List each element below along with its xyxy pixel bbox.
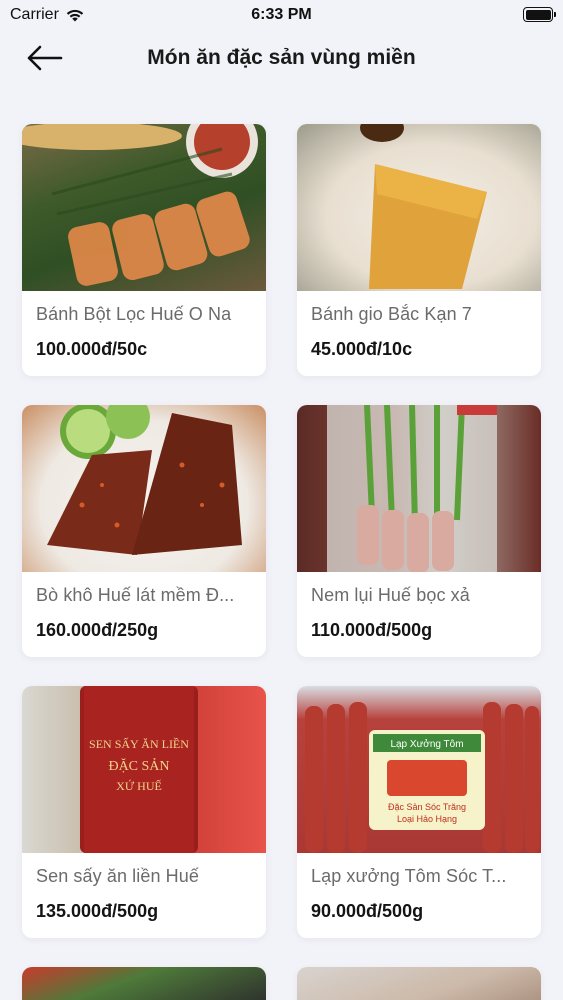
product-card[interactable]: [22, 967, 266, 1000]
product-price: 110.000đ/500g: [311, 620, 433, 640]
product-name: Bánh Bột Lọc Huế O Na: [36, 304, 232, 324]
product-name: Bò khô Huế lát mềm Đ...: [36, 585, 235, 605]
product-image: [22, 967, 266, 1000]
product-price: 135.000đ/500g: [36, 901, 159, 921]
page-title: Món ăn đặc sản vùng miền: [147, 46, 416, 69]
product-image: [22, 405, 266, 572]
product-image: Lạp Xưởng Tôm Đặc Sản Sóc Trăng Loại Hảo…: [297, 686, 541, 853]
battery-icon: [523, 7, 556, 22]
product-image: [22, 124, 266, 291]
product-card[interactable]: Nem lụi Huế bọc xả 110.000đ/500g: [297, 405, 541, 657]
product-price: 100.000đ/50c: [36, 339, 148, 359]
product-price: 90.000đ/500g: [311, 901, 424, 921]
product-card[interactable]: SEN SẤY ĂN LIỀN ĐẶC SẢN XỨ HUẾ Sen sấy ă…: [22, 686, 266, 938]
svg-text:ĐẶC SẢN: ĐẶC SẢN: [108, 757, 169, 774]
navigation-bar: Món ăn đặc sản vùng miền: [0, 32, 563, 84]
product-card[interactable]: Bánh Bột Lọc Huế O Na 100.000đ/50c: [22, 124, 266, 376]
product-card[interactable]: [297, 967, 541, 1000]
product-card[interactable]: Bánh gio Bắc Kạn 7 45.000đ/10c: [297, 124, 541, 376]
status-time: 6:33 PM: [251, 6, 312, 23]
product-image: [297, 967, 541, 1000]
product-name: Bánh gio Bắc Kạn 7: [311, 304, 472, 324]
product-name: Sen sấy ăn liền Huế: [36, 866, 200, 886]
product-grid: Bánh Bột Lọc Huế O Na 100.000đ/50c Bánh …: [22, 124, 541, 1000]
svg-text:Loại Hảo Hạng: Loại Hảo Hạng: [397, 814, 457, 824]
product-image: [297, 405, 541, 572]
svg-text:Đặc Sản Sóc Trăng: Đặc Sản Sóc Trăng: [388, 802, 466, 812]
product-name: Lạp xưởng Tôm Sóc T...: [311, 866, 507, 886]
product-card[interactable]: Bò khô Huế lát mềm Đ... 160.000đ/250g: [22, 405, 266, 657]
product-image: [297, 124, 541, 291]
svg-text:SEN SẤY ĂN LIỀN: SEN SẤY ĂN LIỀN: [89, 736, 189, 751]
product-image: SEN SẤY ĂN LIỀN ĐẶC SẢN XỨ HUẾ: [22, 686, 266, 853]
product-card[interactable]: Lạp Xưởng Tôm Đặc Sản Sóc Trăng Loại Hảo…: [297, 686, 541, 938]
status-bar: Carrier 6:33 PM: [0, 0, 563, 32]
svg-text:XỨ HUẾ: XỨ HUẾ: [116, 778, 162, 793]
product-name: Nem lụi Huế bọc xả: [311, 585, 470, 605]
product-price: 160.000đ/250g: [36, 620, 159, 640]
product-price: 45.000đ/10c: [311, 339, 413, 359]
svg-text:Lạp Xưởng Tôm: Lạp Xưởng Tôm: [390, 738, 463, 750]
